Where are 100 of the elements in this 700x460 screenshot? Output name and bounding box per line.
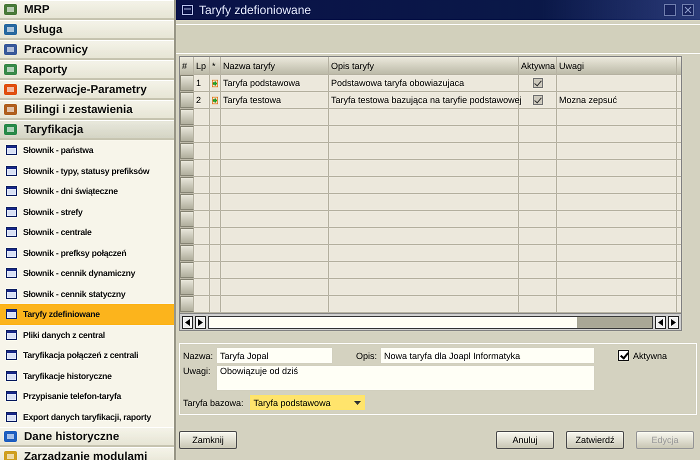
sidebar-item[interactable]: Export danych taryfikacji, raporty xyxy=(0,406,174,427)
window-icon xyxy=(6,166,17,176)
sidebar-item[interactable]: Taryfikacje historyczne xyxy=(0,366,174,386)
checkbox[interactable] xyxy=(532,78,542,88)
arrow-icon xyxy=(212,78,218,88)
arrow-icon xyxy=(212,94,218,106)
sidebar-item[interactable]: Przypisanie telefon-taryfa xyxy=(0,386,174,406)
sidebar-item[interactable]: Pliki danych z central xyxy=(0,324,174,345)
row-header[interactable] xyxy=(180,228,194,244)
field-label: Opis: xyxy=(355,350,378,360)
window-icon xyxy=(6,412,17,422)
row-header[interactable] xyxy=(180,296,194,312)
action-button[interactable]: Anuluj xyxy=(496,431,554,449)
action-button[interactable]: Zatwierdź xyxy=(566,431,624,449)
window-icon xyxy=(6,330,17,340)
row-header[interactable] xyxy=(180,262,194,278)
sidebar-item[interactable]: Słownik - strefy xyxy=(0,202,174,222)
dropdown[interactable]: Taryfa podstawowa xyxy=(250,395,365,410)
module-icon xyxy=(3,102,18,117)
window-icon xyxy=(6,309,17,320)
row-header[interactable] xyxy=(180,245,194,261)
sidebar-group[interactable]: Bilingi i zestawienia xyxy=(0,100,174,120)
row-header[interactable] xyxy=(180,279,194,295)
column-header[interactable]: Lp xyxy=(194,57,210,74)
table-cell: 2 xyxy=(194,92,210,108)
window-icon xyxy=(6,145,17,156)
sidebar-group[interactable]: Rezerwacje-Parametry xyxy=(0,80,174,100)
window-icon xyxy=(6,186,17,196)
window-icon xyxy=(6,268,17,278)
column-header[interactable]: Aktywna xyxy=(519,57,557,74)
sidebar-group[interactable]: Raporty xyxy=(0,60,174,80)
row-header[interactable] xyxy=(180,109,194,125)
module-icon xyxy=(3,42,18,57)
sidebar-item[interactable]: Taryfikacja połączeń z centrali xyxy=(0,345,174,366)
sidebar-group[interactable]: Dane historyczne xyxy=(0,427,174,447)
sidebar-item[interactable]: Słownik - centrale xyxy=(0,222,174,242)
name-field[interactable]: Taryfa Jopal xyxy=(217,348,332,363)
module-icon xyxy=(3,22,18,37)
column-header[interactable]: Uwagi xyxy=(557,57,677,74)
sidebar-group[interactable]: MRP xyxy=(0,0,174,20)
window-icon xyxy=(6,350,17,360)
row-header[interactable] xyxy=(180,211,194,227)
column-header[interactable]: # xyxy=(180,57,194,74)
row-header[interactable] xyxy=(180,160,194,176)
triangle-icon[interactable] xyxy=(198,318,203,326)
window-icon xyxy=(6,248,17,258)
table-cell: Mozna zepsuć xyxy=(557,92,677,108)
table-cell: Podstawowa taryfa obowiazujaca xyxy=(329,75,519,91)
sidebar-item[interactable]: Słownik - państwa xyxy=(0,140,174,160)
sidebar-group[interactable]: Pracownicy xyxy=(0,40,174,60)
table-cell: Taryfa podstawowa xyxy=(221,75,329,91)
triangle-icon[interactable] xyxy=(671,318,676,326)
sidebar-item[interactable]: Słownik - typy, statusy prefiksów xyxy=(0,160,174,181)
row-header[interactable] xyxy=(180,75,194,91)
column-header[interactable]: * xyxy=(210,57,221,74)
notes-field[interactable]: Obowiązuje od dziś xyxy=(217,366,594,390)
checkbox[interactable] xyxy=(532,95,542,105)
module-icon xyxy=(3,429,18,444)
checkbox[interactable] xyxy=(618,350,630,361)
action-button[interactable]: Zamknij xyxy=(179,431,237,449)
sidebar-item[interactable]: Słownik - dni świąteczne xyxy=(0,181,174,202)
triangle-icon[interactable] xyxy=(185,318,190,326)
row-header[interactable] xyxy=(180,92,194,108)
minimize-button[interactable] xyxy=(664,4,676,16)
horizontal-scrollbar[interactable] xyxy=(180,313,681,330)
column-header[interactable]: Nazwa taryfy xyxy=(221,57,329,74)
row-header[interactable] xyxy=(180,177,194,193)
window-title: Taryfy zdefioniowane xyxy=(199,3,312,17)
module-icon xyxy=(3,122,18,137)
window-icon xyxy=(6,227,17,238)
sidebar-item[interactable]: Słownik - cennik statyczny xyxy=(0,284,174,304)
window-icon xyxy=(6,206,17,217)
window-icon xyxy=(6,288,17,299)
module-icon xyxy=(3,62,18,77)
field-label: Nazwa: xyxy=(183,350,214,360)
field-label: Taryfa bazowa: xyxy=(183,398,244,408)
checkbox-label: Aktywna xyxy=(633,350,668,360)
module-icon xyxy=(3,449,18,460)
module-icon xyxy=(3,2,18,17)
sidebar-item[interactable]: Słownik - cennik dynamiczny xyxy=(0,263,174,284)
window-icon xyxy=(6,391,17,402)
close-icon[interactable] xyxy=(682,4,694,16)
table-cell: Taryfa testowa bazująca na taryfie podstawowej xyxy=(329,92,519,108)
window-icon xyxy=(6,370,17,381)
description-field[interactable]: Nowa taryfa dla Joapl Informatyka xyxy=(381,348,594,363)
sidebar-group[interactable]: Usługa xyxy=(0,20,174,40)
module-icon xyxy=(3,82,18,97)
table-cell: 1 xyxy=(194,75,210,91)
window-icon xyxy=(182,5,193,15)
sidebar-item[interactable]: Słownik - prefksy połączeń xyxy=(0,242,174,263)
row-header[interactable] xyxy=(180,143,194,159)
table-cell: Taryfa testowa xyxy=(221,92,329,108)
row-header[interactable] xyxy=(180,194,194,210)
sidebar-group[interactable]: Zarzadzanie modulami xyxy=(0,447,174,460)
caret-icon xyxy=(354,400,361,404)
column-header[interactable]: Opis taryfy xyxy=(329,57,519,74)
sidebar-item[interactable]: Taryfy zdefiniowane xyxy=(0,304,174,324)
row-header[interactable] xyxy=(180,126,194,142)
sidebar-group[interactable]: Taryfikacja xyxy=(0,120,174,140)
triangle-icon[interactable] xyxy=(658,318,663,326)
